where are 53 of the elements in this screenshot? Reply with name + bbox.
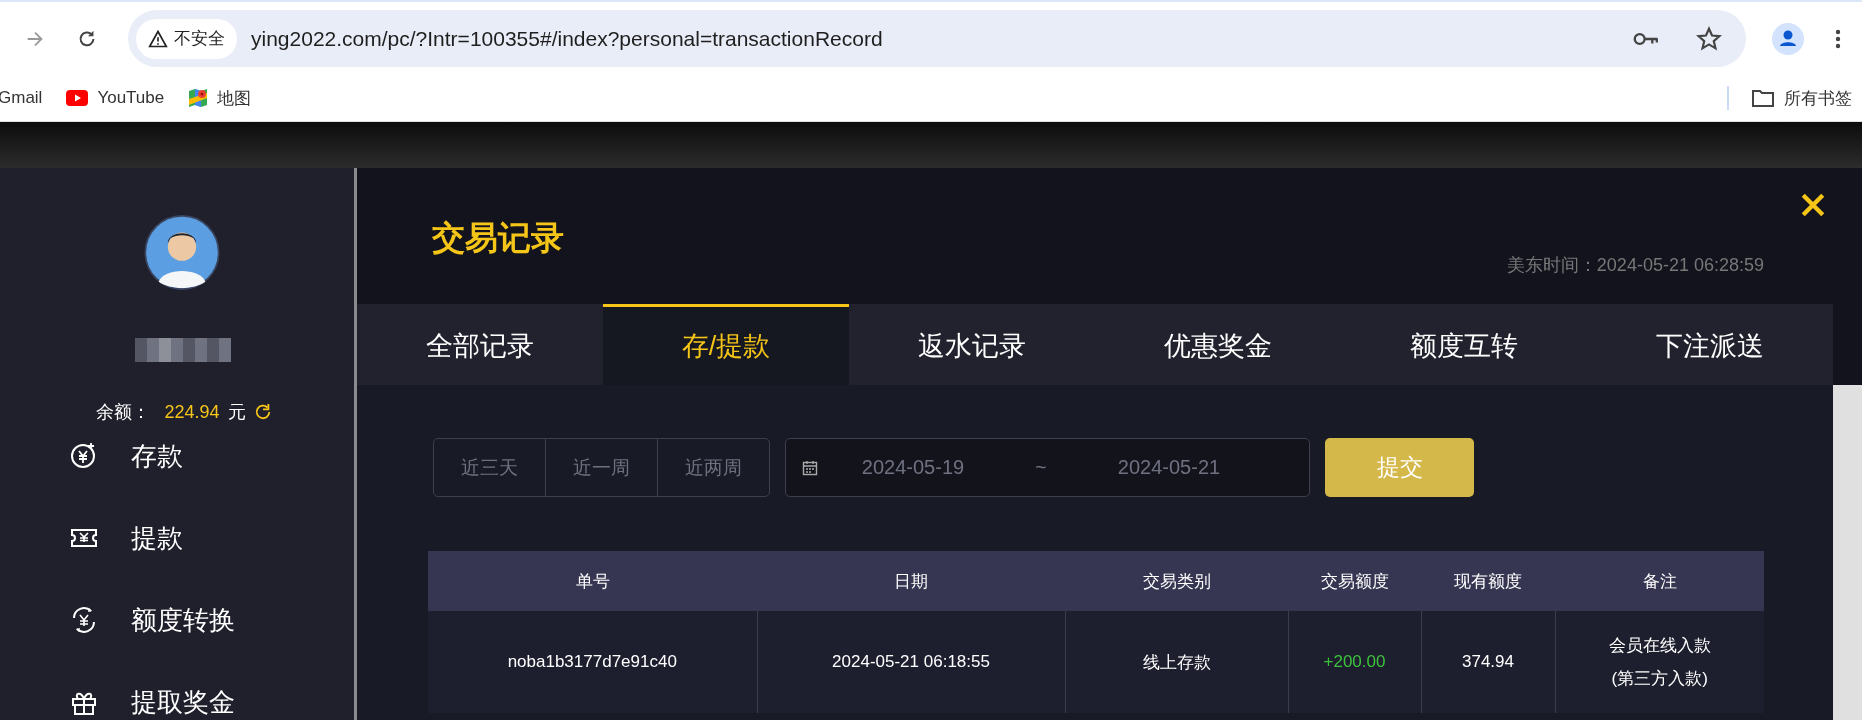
column-header: 单号 — [428, 551, 757, 611]
address-bar[interactable]: 不安全 ying2022.com/pc/?Intr=100355#/index?personal=transactionRecord — [128, 10, 1746, 67]
url-text: ying2022.com/pc/?Intr=100355#/index?personal=transactionRecord — [251, 26, 883, 51]
date-range-field[interactable]: 2024-05-19 ~ 2024-05-21 — [785, 438, 1310, 497]
tab[interactable]: 下注派送 — [1587, 304, 1833, 385]
menu-item[interactable]: 提款 — [70, 520, 354, 556]
table-cell: +200.00 — [1288, 611, 1421, 713]
column-header: 备注 — [1555, 551, 1764, 611]
close-icon[interactable] — [1799, 192, 1826, 218]
table-cell: 线上存款 — [1065, 611, 1288, 713]
security-chip[interactable]: 不安全 — [136, 18, 237, 59]
menu-item[interactable]: 提取奖金 — [70, 684, 354, 720]
folder-icon — [1751, 88, 1775, 108]
refresh-icon[interactable] — [253, 403, 272, 421]
eastern-time: 美东时间：2024-05-21 06:28:59 — [1506, 254, 1764, 277]
tab[interactable]: 优惠奖金 — [1095, 304, 1341, 385]
table-cell: 会员在线入款(第三方入款) — [1555, 611, 1764, 713]
column-header: 现有额度 — [1421, 551, 1555, 611]
profile-icon[interactable] — [1772, 22, 1804, 55]
tab[interactable]: 全部记录 — [357, 304, 603, 385]
column-header: 交易额度 — [1288, 551, 1421, 611]
range-button[interactable]: 近三天 — [434, 439, 546, 496]
coin-plus-icon — [70, 442, 98, 470]
bookmark[interactable]: 地图 — [188, 86, 252, 110]
coin-cycle-icon — [70, 606, 98, 634]
panel-title: 交易记录 — [432, 217, 564, 258]
tab[interactable]: 存/提款 — [603, 304, 849, 385]
bookmark[interactable]: YouTube — [66, 86, 165, 110]
currency-label: 元 — [227, 401, 246, 424]
warning-icon — [148, 28, 168, 49]
menu-item[interactable]: 存款 — [70, 438, 354, 474]
balance-amount: 224.94 — [164, 401, 220, 423]
star-icon[interactable] — [1696, 25, 1722, 52]
end-date: 2024-05-21 — [1116, 456, 1222, 479]
balance-label: 余额： — [96, 401, 151, 424]
calendar-icon — [802, 459, 818, 476]
column-header: 日期 — [757, 551, 1065, 611]
range-button[interactable]: 近一周 — [546, 439, 658, 496]
table-cell: noba1b3177d7e91c40 — [428, 611, 757, 713]
security-label: 不安全 — [174, 28, 225, 50]
menu-item[interactable]: 额度转换 — [70, 602, 354, 638]
column-header: 交易类别 — [1065, 551, 1288, 611]
tab[interactable]: 额度互转 — [1341, 304, 1587, 385]
scrollbar[interactable] — [1833, 385, 1862, 720]
all-bookmarks-button[interactable]: 所有书签 — [1751, 86, 1852, 110]
video-icon — [66, 90, 89, 106]
table-cell: 2024-05-21 06:18:55 — [757, 611, 1065, 713]
date-separator: ~ — [1035, 456, 1048, 479]
tab[interactable]: 返水记录 — [849, 304, 1095, 385]
start-date: 2024-05-19 — [860, 456, 966, 479]
map-icon — [188, 88, 209, 108]
table-cell: 374.94 — [1421, 611, 1555, 713]
range-button[interactable]: 近两周 — [658, 439, 769, 496]
